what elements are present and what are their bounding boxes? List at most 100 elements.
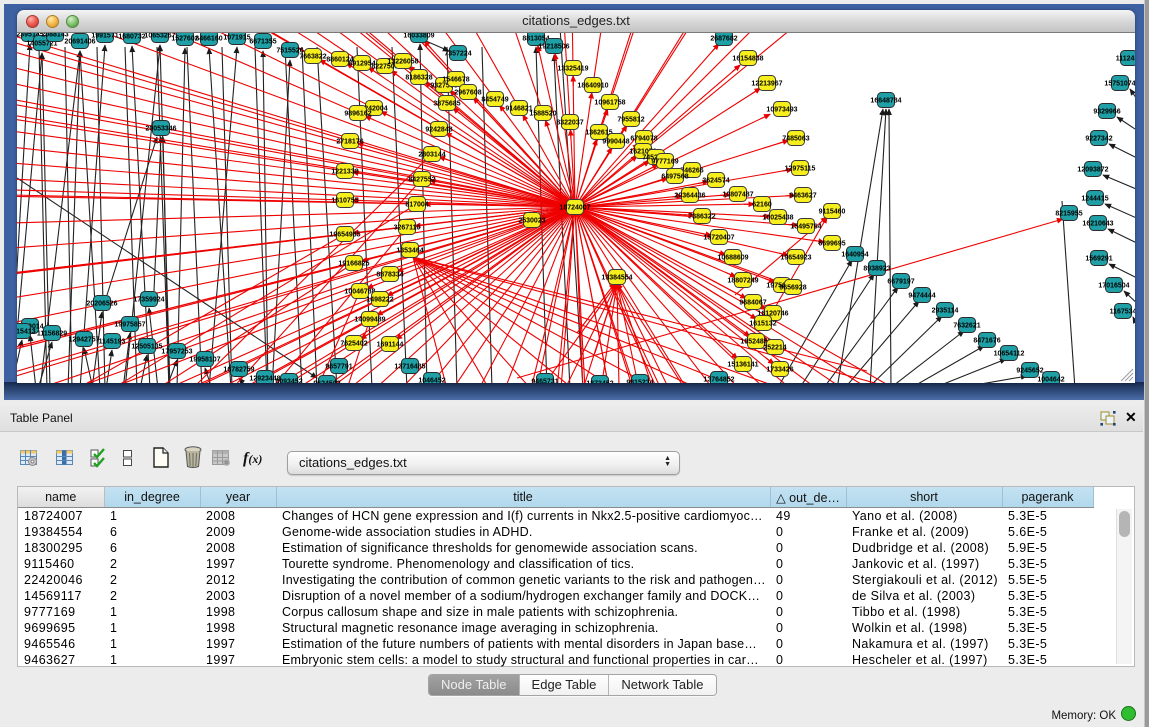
svg-text:3915413: 3915413 — [17, 329, 36, 336]
svg-text:1046452: 1046452 — [418, 378, 445, 384]
svg-text:10654112: 10654112 — [994, 351, 1025, 358]
svg-text:1873452: 1873452 — [586, 381, 613, 384]
svg-text:1733426: 1733426 — [766, 367, 793, 374]
svg-text:12975115: 12975115 — [785, 166, 816, 173]
svg-text:10973493: 10973493 — [766, 107, 797, 114]
svg-text:7485063: 7485063 — [782, 136, 809, 143]
svg-text:2687682: 2687682 — [710, 36, 737, 43]
svg-text:15136141: 15136141 — [727, 362, 758, 369]
svg-text:20206526: 20206526 — [86, 301, 117, 308]
svg-text:10046788: 10046788 — [344, 289, 375, 296]
svg-text:1353464: 1353464 — [396, 248, 423, 255]
svg-text:1112453: 1112453 — [1116, 56, 1135, 63]
svg-text:8454749: 8454749 — [481, 97, 508, 104]
svg-text:10688609: 10688609 — [717, 255, 748, 262]
svg-text:1691144: 1691144 — [377, 342, 404, 349]
svg-text:3267110: 3267110 — [394, 225, 421, 232]
svg-text:17957253: 17957253 — [161, 349, 192, 356]
svg-text:7386322: 7386322 — [688, 214, 715, 221]
svg-text:817004: 817004 — [405, 202, 428, 209]
svg-text:20364436: 20364436 — [674, 193, 705, 200]
svg-text:9245652: 9245652 — [1016, 368, 1043, 375]
svg-text:1244415: 1244415 — [1081, 196, 1108, 203]
svg-text:2718176: 2718176 — [336, 139, 363, 146]
svg-text:12213967: 12213967 — [751, 81, 782, 88]
svg-text:10807487: 10807487 — [722, 192, 753, 199]
svg-text:1546678: 1546678 — [442, 77, 469, 84]
svg-text:3624574: 3624574 — [702, 178, 729, 185]
svg-text:8427552: 8427552 — [408, 177, 435, 184]
svg-text:1640954: 1640954 — [841, 252, 868, 259]
svg-text:6671355: 6671355 — [249, 39, 276, 46]
svg-text:7663822: 7663822 — [299, 54, 326, 61]
svg-text:7632621: 7632621 — [953, 323, 980, 330]
svg-text:20053346: 20053346 — [145, 126, 176, 133]
svg-text:6679197: 6679197 — [887, 279, 914, 286]
svg-text:1145193: 1145193 — [99, 339, 126, 346]
svg-text:6699695: 6699695 — [818, 241, 845, 248]
svg-text:19654985: 19654985 — [329, 232, 360, 239]
svg-text:9465731: 9465731 — [531, 379, 558, 384]
svg-text:6497568: 6497568 — [661, 174, 688, 181]
svg-text:20691406: 20691406 — [64, 39, 95, 46]
svg-text:2530023: 2530023 — [518, 218, 545, 225]
svg-text:9624502: 9624502 — [313, 381, 340, 384]
svg-text:15751074: 15751074 — [1104, 81, 1135, 88]
svg-text:16033809: 16033809 — [403, 33, 434, 40]
svg-text:9777169: 9777169 — [651, 159, 678, 166]
svg-text:8322037: 8322037 — [556, 120, 583, 127]
svg-text:9896162: 9896162 — [344, 111, 371, 118]
svg-text:1680732: 1680732 — [118, 34, 145, 41]
svg-text:1004642: 1004642 — [1037, 377, 1064, 384]
svg-text:18807249: 18807249 — [727, 278, 758, 285]
svg-text:12505135: 12505135 — [131, 344, 162, 351]
svg-text:1588520: 1588520 — [529, 111, 556, 118]
svg-text:3875685: 3875685 — [433, 101, 460, 108]
svg-text:9474444: 9474444 — [908, 293, 935, 300]
svg-text:6466160: 6466160 — [195, 36, 222, 43]
svg-text:11156829: 11156829 — [37, 331, 67, 338]
svg-text:2967608: 2967608 — [454, 90, 481, 97]
svg-text:13716485: 13716485 — [394, 364, 425, 371]
svg-text:15495764: 15495764 — [790, 224, 821, 231]
svg-text:8186328: 8186328 — [405, 75, 432, 82]
svg-text:16154838: 16154838 — [732, 56, 763, 63]
svg-text:2935114: 2935114 — [932, 308, 959, 315]
svg-text:1498222: 1498222 — [366, 297, 393, 304]
svg-text:13764852: 13764852 — [703, 377, 734, 384]
svg-text:8215955: 8215955 — [1055, 211, 1082, 218]
svg-text:19958107: 19958107 — [189, 357, 220, 364]
svg-text:9815234: 9815234 — [626, 380, 653, 384]
svg-text:16210643: 16210643 — [1082, 221, 1113, 228]
svg-text:9115460: 9115460 — [819, 209, 846, 216]
svg-text:9463627: 9463627 — [789, 193, 816, 200]
svg-text:13325419: 13325419 — [557, 66, 588, 73]
svg-text:16648784: 16648784 — [870, 98, 901, 105]
svg-text:8878334: 8878334 — [376, 272, 403, 279]
svg-text:1071915: 1071915 — [223, 35, 250, 42]
svg-text:17359924: 17359924 — [133, 297, 164, 304]
svg-text:9684067: 9684067 — [739, 300, 766, 307]
svg-text:7357224: 7357224 — [444, 51, 471, 58]
svg-text:7955812: 7955812 — [617, 117, 644, 124]
svg-text:9656928: 9656928 — [779, 285, 806, 292]
svg-text:1569291: 1569291 — [1085, 256, 1112, 263]
svg-text:1615132: 1615132 — [749, 321, 776, 328]
svg-text:1167534: 1167534 — [1110, 309, 1135, 316]
svg-text:252214: 252214 — [763, 345, 786, 352]
svg-text:8093452: 8093452 — [275, 379, 302, 384]
svg-text:1991571: 1991571 — [91, 33, 118, 40]
svg-text:9990448: 9990448 — [602, 139, 629, 146]
svg-text:8471676: 8471676 — [973, 338, 1000, 345]
svg-text:13226058: 13226058 — [387, 59, 418, 66]
svg-text:19975857: 19975857 — [114, 322, 145, 329]
svg-text:9242848: 9242848 — [425, 127, 452, 134]
svg-text:10961758: 10961758 — [594, 100, 625, 107]
svg-text:18724007: 18724007 — [559, 205, 590, 212]
svg-text:7625402: 7625402 — [340, 341, 367, 348]
svg-text:19166825: 19166825 — [338, 261, 369, 268]
svg-text:6794078: 6794078 — [630, 136, 657, 143]
svg-text:12093872: 12093872 — [1077, 167, 1108, 174]
svg-text:19654923: 19654923 — [780, 255, 811, 262]
svg-text:16782759: 16782759 — [223, 367, 254, 374]
